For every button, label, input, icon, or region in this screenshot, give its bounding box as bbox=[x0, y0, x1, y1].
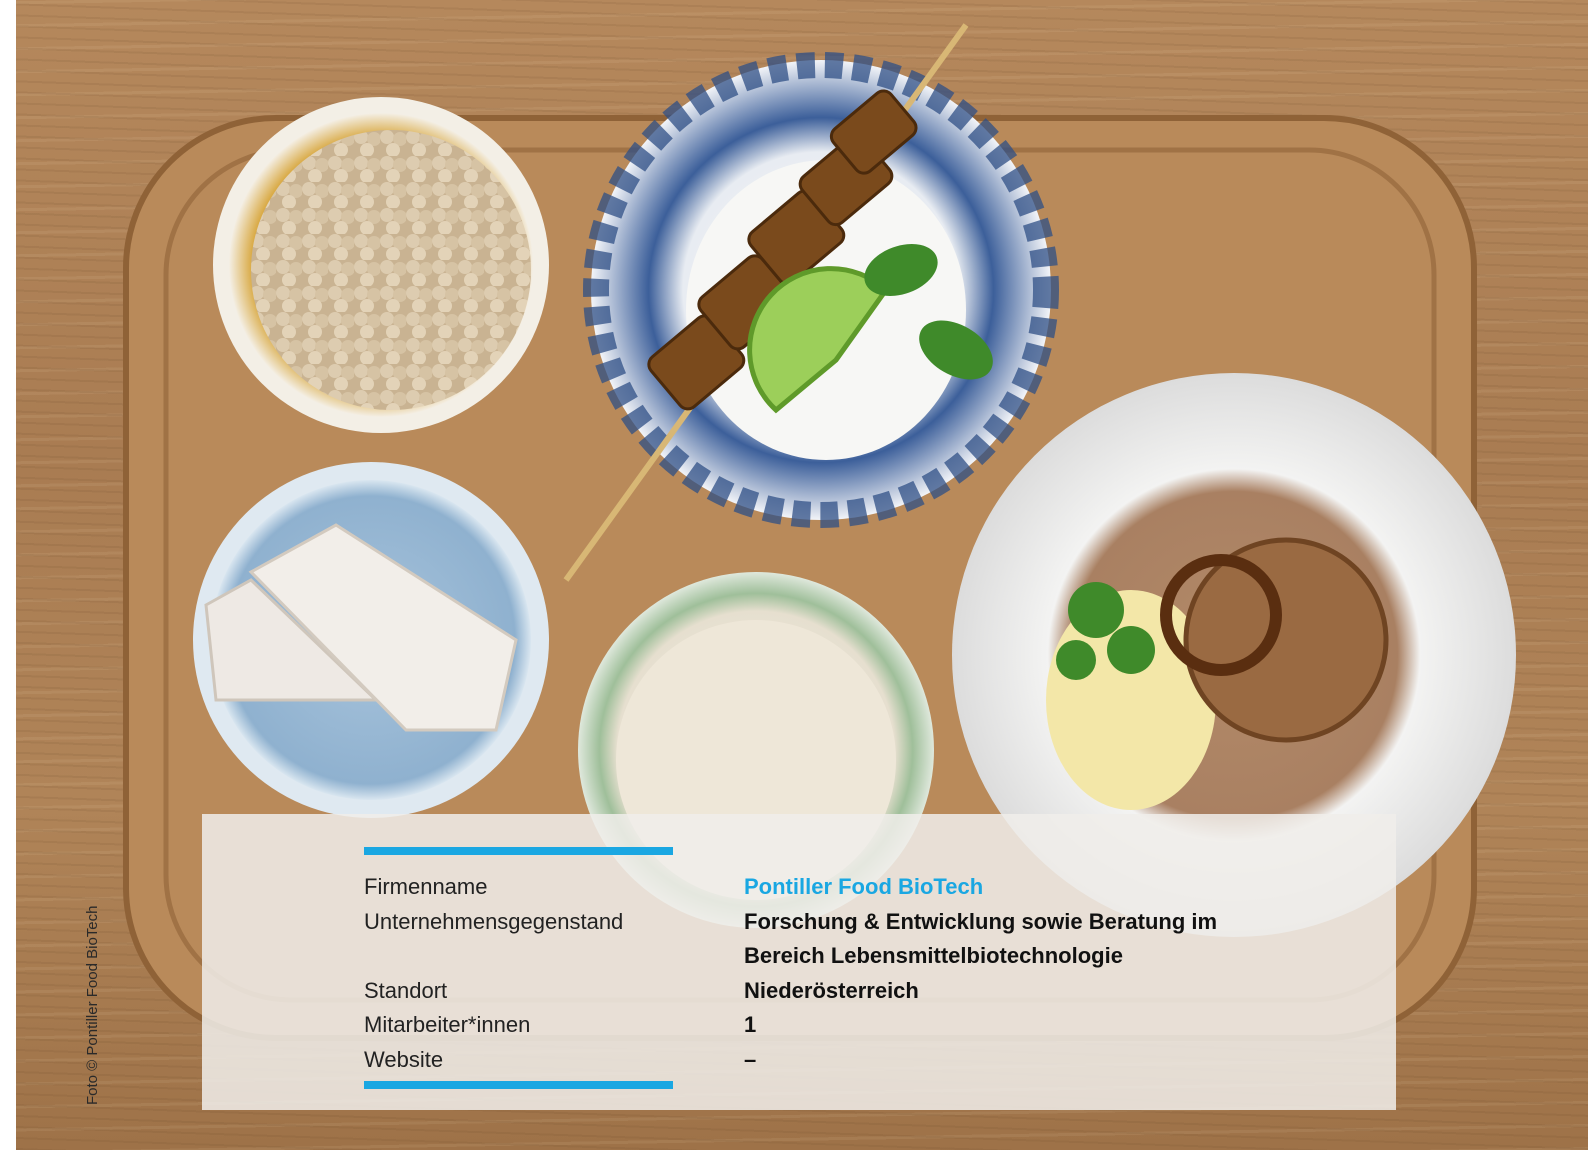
value-website: – bbox=[744, 1046, 757, 1072]
photo-credit: Foto © Pontiller Food BioTech bbox=[84, 905, 101, 1105]
accent-rule-bottom bbox=[364, 1081, 673, 1089]
value-mitarbeiter: 1 bbox=[744, 1012, 757, 1037]
label-website: Website bbox=[364, 1046, 444, 1072]
value-standort: Niederösterreich bbox=[744, 977, 919, 1003]
value-firmenname: Pontiller Food BioTech bbox=[744, 874, 984, 899]
page: Foto © Pontiller Food BioTech Firmenname… bbox=[0, 0, 1588, 1150]
value-unternehmensgegenstand-line2: Bereich Lebensmittelbiotechnologie bbox=[744, 943, 1123, 968]
accent-rule-top bbox=[364, 847, 673, 855]
value-unternehmensgegenstand-line1: Forschung & Entwicklung sowie Beratung i… bbox=[744, 908, 1218, 934]
info-values: Pontiller Food BioTech Forschung & Entwi… bbox=[744, 870, 1217, 1077]
label-standort: Standort bbox=[364, 977, 448, 1003]
label-spacer bbox=[364, 939, 623, 974]
label-unternehmensgegenstand: Unternehmensgegenstand bbox=[364, 908, 624, 934]
label-firmenname: Firmenname bbox=[364, 874, 488, 899]
company-info-box: Firmenname Unternehmensgegenstand Stando… bbox=[202, 814, 1396, 1110]
info-labels: Firmenname Unternehmensgegenstand Stando… bbox=[364, 870, 623, 1077]
label-mitarbeiter: Mitarbeiter*innen bbox=[364, 1012, 531, 1037]
